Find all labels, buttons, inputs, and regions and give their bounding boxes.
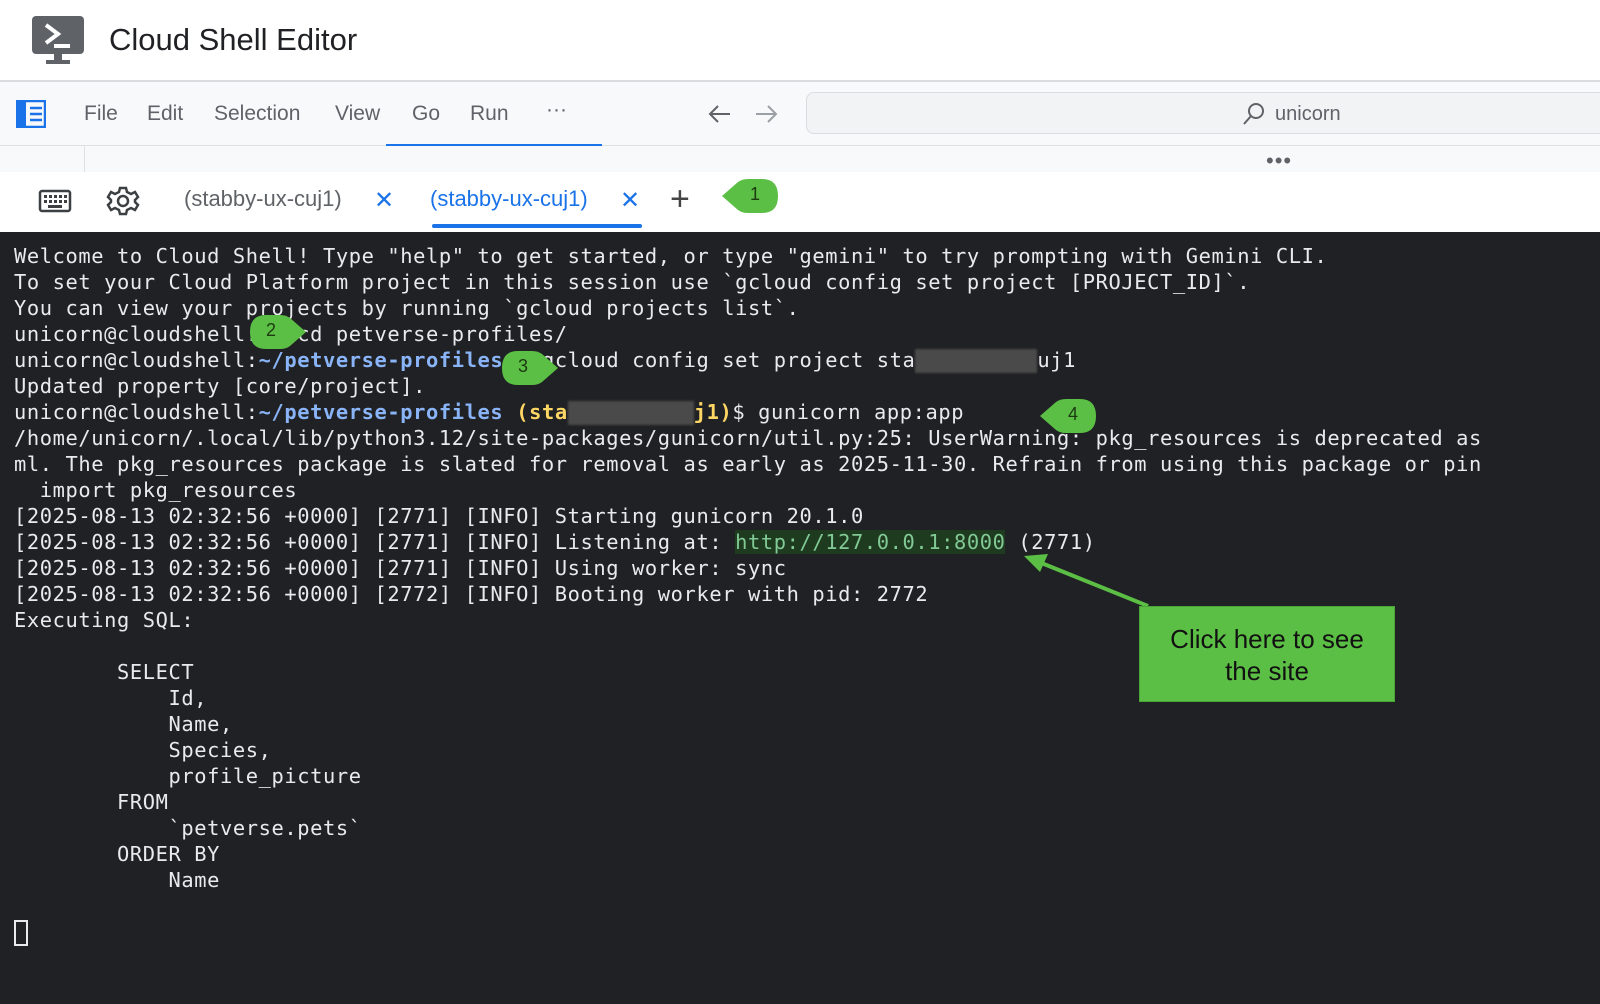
- log-prefix: [2025-08-13 02:32:56 +0000] [2771] [INFO…: [14, 530, 736, 554]
- panel-strip: •••: [0, 144, 1600, 174]
- terminal-tabs-bar: (stabby-ux-cuj1) ✕ (stabby-ux-cuj1) ✕ + …: [0, 172, 1600, 232]
- prompt-command-tail: uj1: [1037, 348, 1077, 372]
- forward-arrow-icon[interactable]: [752, 100, 780, 128]
- prompt-user: unicorn@cloudshell:: [14, 348, 259, 372]
- step-marker-3: 3: [500, 350, 558, 386]
- prompt-user: unicorn@cloudshell:: [14, 400, 259, 424]
- back-arrow-icon[interactable]: [706, 100, 734, 128]
- step-marker-1: 1: [722, 178, 780, 214]
- terminal-cursor: [14, 920, 28, 946]
- menu-bar: File Edit Selection View Go Run ··· unic…: [0, 82, 1600, 146]
- divider: [84, 146, 85, 172]
- redacted-project: [915, 349, 1038, 373]
- explorer-toggle-icon[interactable]: [16, 100, 46, 128]
- tip-line-1: Click here to see: [1170, 624, 1364, 654]
- prompt-command: $ gcloud config set project sta: [516, 348, 916, 372]
- add-tab-icon[interactable]: +: [670, 180, 690, 219]
- terminal-line: Updated property [core/project].: [14, 374, 427, 398]
- callout-arrow-icon: [1024, 554, 1149, 608]
- terminal-line: Executing SQL:: [14, 608, 195, 632]
- menu-go[interactable]: Go: [412, 102, 440, 126]
- terminal-line: To set your Cloud Platform project in th…: [14, 270, 1251, 294]
- close-tab-2-icon[interactable]: ✕: [620, 186, 640, 215]
- terminal-line: [2025-08-13 02:32:56 +0000] [2771] [INFO…: [14, 530, 1096, 554]
- tip-line-2: the site: [1225, 656, 1309, 686]
- editor-tab-indicator: [386, 144, 602, 146]
- app-header: Cloud Shell Editor: [0, 0, 1600, 82]
- sql-line: Species,: [14, 738, 272, 762]
- keyboard-icon[interactable]: [38, 188, 72, 214]
- terminal-line: [2025-08-13 02:32:56 +0000] [2771] [INFO…: [14, 504, 864, 528]
- terminal-line: Welcome to Cloud Shell! Type "help" to g…: [14, 244, 1328, 268]
- sql-line: Id,: [14, 686, 208, 710]
- menu-view[interactable]: View: [335, 102, 380, 126]
- terminal-line: unicorn@cloudshell:~/petverse-profiles (…: [14, 400, 964, 425]
- terminal-line: [2025-08-13 02:32:56 +0000] [2772] [INFO…: [14, 582, 929, 606]
- terminal-line: You can view your projects by running `g…: [14, 296, 800, 320]
- prompt-user: unicorn@cloudshell: [14, 322, 246, 346]
- cloud-shell-logo-icon: [32, 16, 84, 64]
- sql-line: profile_picture: [14, 764, 362, 788]
- terminal-line: [2025-08-13 02:32:56 +0000] [2771] [INFO…: [14, 556, 787, 580]
- terminal-line: import pkg_resources: [14, 478, 298, 502]
- prompt-command: $ gunicorn app:app: [732, 400, 965, 424]
- tip-callout: Click here to see the site: [1139, 606, 1395, 702]
- prompt-project-tail: j1): [693, 400, 733, 424]
- terminal-tab-2[interactable]: (stabby-ux-cuj1): [430, 186, 588, 212]
- close-tab-1-icon[interactable]: ✕: [374, 186, 394, 215]
- sql-line: Name: [14, 868, 221, 892]
- menu-selection[interactable]: Selection: [214, 102, 300, 126]
- local-server-link[interactable]: http://127.0.0.1:8000: [735, 530, 1006, 554]
- panel-overflow-icon[interactable]: •••: [1266, 148, 1292, 174]
- menu-run[interactable]: Run: [470, 102, 509, 126]
- sql-line: `petverse.pets`: [14, 816, 362, 840]
- redacted-project: [567, 401, 694, 425]
- step-marker-4: 4: [1040, 398, 1098, 434]
- menu-file[interactable]: File: [84, 102, 118, 126]
- step-marker-2: 2: [248, 314, 306, 350]
- menu-more[interactable]: ···: [546, 98, 567, 122]
- gear-icon[interactable]: [106, 184, 140, 218]
- sql-line: FROM: [14, 790, 169, 814]
- search-icon: [1243, 103, 1264, 125]
- sql-line: Name,: [14, 712, 233, 736]
- prompt-project: (sta: [516, 400, 568, 424]
- sql-line: ORDER BY: [14, 842, 221, 866]
- active-tab-indicator: [432, 224, 642, 228]
- sql-line: SELECT: [14, 660, 195, 684]
- app-title: Cloud Shell Editor: [109, 22, 358, 57]
- terminal-tab-1[interactable]: (stabby-ux-cuj1): [184, 186, 342, 212]
- search-text: unicorn: [1275, 103, 1341, 125]
- command-search-box[interactable]: unicorn: [806, 92, 1600, 134]
- menu-edit[interactable]: Edit: [147, 102, 183, 126]
- terminal-line: /home/unicorn/.local/lib/python3.12/site…: [14, 426, 1482, 450]
- terminal-line: ml. The pkg_resources package is slated …: [14, 452, 1482, 476]
- prompt-path: ~/petverse-profiles: [258, 348, 504, 372]
- prompt-path: ~/petverse-profiles: [258, 400, 504, 424]
